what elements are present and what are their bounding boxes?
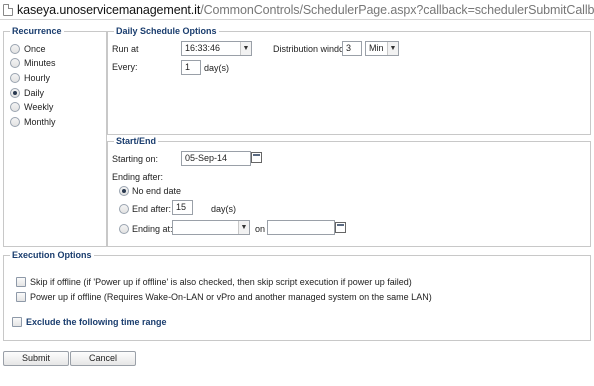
recurrence-legend: Recurrence (10, 26, 64, 36)
exclude-time-label: Exclude the following time range (26, 317, 167, 327)
distribution-window-input[interactable]: 3 (342, 41, 362, 56)
daily-schedule-group: Daily Schedule Options Run at 16:33:46 ▼… (107, 26, 591, 135)
radio-ending-at-label: Ending at: (132, 224, 173, 234)
radio-monthly-label: Monthly (24, 117, 56, 127)
url-text[interactable]: kaseya.unoservicemanagement.it/CommonCon… (17, 3, 594, 17)
execution-options-group: Execution Options Skip if offline (if 'P… (3, 250, 591, 341)
recurrence-group: Recurrence Once Minutes Hourly Daily Wee… (3, 26, 107, 247)
starting-on-input[interactable]: 05-Sep-14 (181, 151, 251, 166)
every-unit-label: day(s) (204, 63, 230, 73)
chevron-down-icon: ▼ (240, 42, 251, 55)
ending-after-label: Ending after: (112, 172, 164, 182)
radio-once[interactable] (10, 44, 20, 54)
radio-hourly-label: Hourly (24, 73, 51, 83)
radio-end-after-label: End after: (132, 204, 172, 214)
calendar-icon[interactable] (251, 152, 262, 163)
radio-no-end-date-label: No end date (132, 186, 182, 196)
radio-minutes[interactable] (10, 58, 20, 68)
run-at-label: Run at (112, 44, 139, 54)
on-label: on (255, 224, 266, 234)
power-up-checkbox[interactable] (16, 292, 26, 302)
run-at-select[interactable]: 16:33:46 ▼ (181, 41, 252, 56)
end-after-value: 15 (176, 202, 187, 212)
every-input[interactable]: 1 (181, 60, 201, 75)
address-bar[interactable]: kaseya.unoservicemanagement.it/CommonCon… (0, 0, 594, 20)
distribution-window-value: 3 (346, 43, 352, 53)
radio-end-after[interactable] (119, 204, 129, 214)
radio-monthly[interactable] (10, 117, 20, 127)
on-date-input[interactable] (267, 220, 335, 235)
power-up-label: Power up if offline (Requires Wake-On-LA… (30, 292, 432, 302)
url-host: kaseya.unoservicemanagement.it (17, 3, 201, 17)
radio-minutes-label: Minutes (24, 58, 56, 68)
distribution-unit-value: Min (369, 43, 384, 53)
radio-once-label: Once (24, 44, 46, 54)
cancel-button[interactable]: Cancel (70, 351, 136, 366)
radio-weekly[interactable] (10, 102, 20, 112)
run-at-value: 16:33:46 (185, 43, 221, 53)
daily-schedule-legend: Daily Schedule Options (114, 26, 219, 36)
end-after-unit-label: day(s) (211, 204, 237, 214)
every-label: Every: (112, 62, 138, 72)
ending-at-select[interactable]: ▼ (172, 220, 250, 235)
radio-hourly[interactable] (10, 73, 20, 83)
starting-on-label: Starting on: (112, 154, 159, 164)
every-value: 1 (185, 62, 191, 72)
start-end-group: Start/End Starting on: 05-Sep-14 Ending … (107, 136, 591, 247)
end-after-input[interactable]: 15 (172, 200, 193, 215)
radio-weekly-label: Weekly (24, 102, 54, 112)
page-icon (3, 4, 13, 16)
radio-daily-label: Daily (24, 88, 45, 98)
skip-offline-checkbox[interactable] (16, 277, 26, 287)
skip-offline-label: Skip if offline (if 'Power up if offline… (30, 277, 412, 287)
execution-options-legend: Execution Options (10, 250, 94, 260)
exclude-time-checkbox[interactable] (12, 317, 22, 327)
radio-ending-at[interactable] (119, 224, 129, 234)
chevron-down-icon: ▼ (238, 221, 249, 234)
submit-button[interactable]: Submit (3, 351, 69, 366)
start-end-legend: Start/End (114, 136, 159, 146)
chevron-down-icon: ▼ (387, 42, 398, 55)
radio-no-end-date[interactable] (119, 186, 129, 196)
url-path: /CommonControls/SchedulerPage.aspx?callb… (200, 3, 594, 17)
starting-on-value: 05-Sep-14 (185, 153, 228, 163)
distribution-unit-select[interactable]: Min ▼ (365, 41, 399, 56)
calendar-icon[interactable] (335, 222, 346, 233)
radio-daily[interactable] (10, 88, 20, 98)
